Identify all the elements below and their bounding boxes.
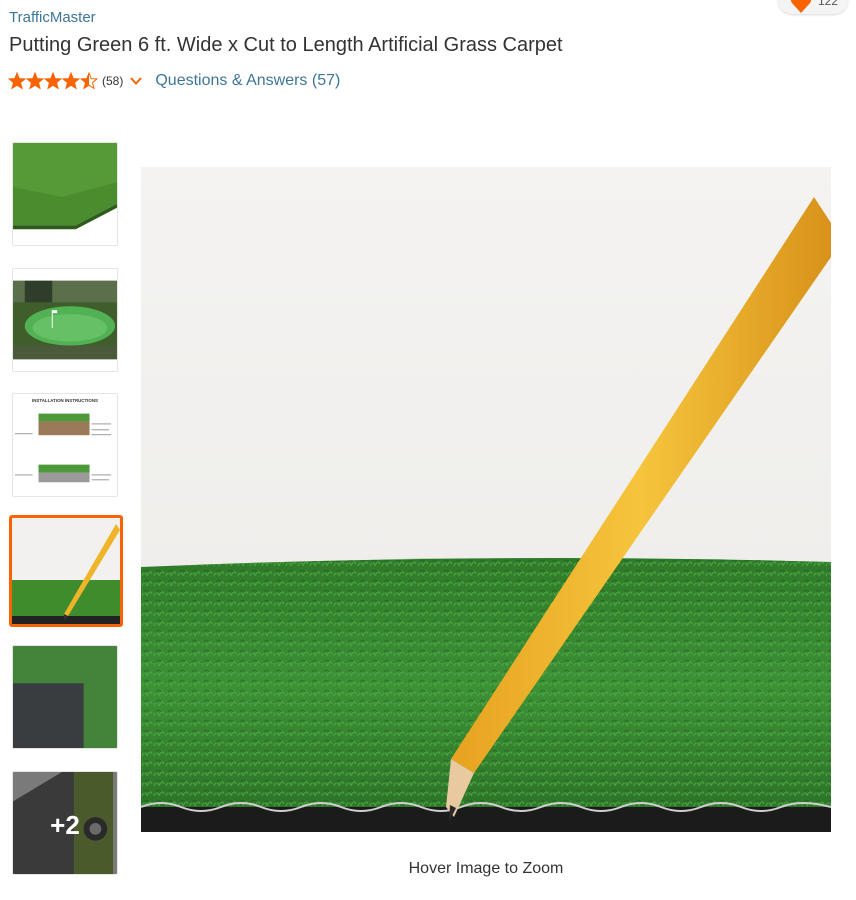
thumbnail-more-images[interactable]: +2 [12, 771, 118, 875]
star-icon [80, 72, 98, 90]
instructions-heading: INSTALLATION INSTRUCTIONS [32, 398, 98, 403]
favorite-button[interactable]: 122 [778, 0, 848, 14]
favorite-count: 122 [818, 0, 839, 8]
main-product-image[interactable] [141, 167, 831, 858]
thumbnail-installation-instructions[interactable]: INSTALLATION INSTRUCTIONS [12, 393, 118, 497]
star-icon [26, 72, 44, 90]
product-title: Putting Green 6 ft. Wide x Cut to Length… [9, 34, 563, 56]
review-count[interactable]: (58) [102, 74, 123, 88]
thumbnail-grass-backing[interactable] [12, 645, 118, 749]
rating-row: (58) Questions & Answers (57) [8, 70, 340, 92]
star-icon [44, 72, 62, 90]
star-rating[interactable] [8, 72, 98, 90]
heart-icon [790, 0, 812, 13]
thumbnail-grass-corner[interactable] [12, 142, 118, 246]
thumbnail-pencil-on-grass[interactable] [9, 515, 123, 627]
star-icon [62, 72, 80, 90]
more-images-count: +2 [50, 810, 80, 840]
questions-answers-link[interactable]: Questions & Answers (57) [155, 72, 340, 90]
zoom-hint: Hover Image to Zoom [408, 860, 564, 877]
chevron-down-icon[interactable] [129, 74, 143, 88]
brand-link[interactable]: TrafficMaster [9, 9, 96, 26]
star-icon [8, 72, 26, 90]
thumbnail-backyard-green[interactable] [12, 268, 118, 372]
